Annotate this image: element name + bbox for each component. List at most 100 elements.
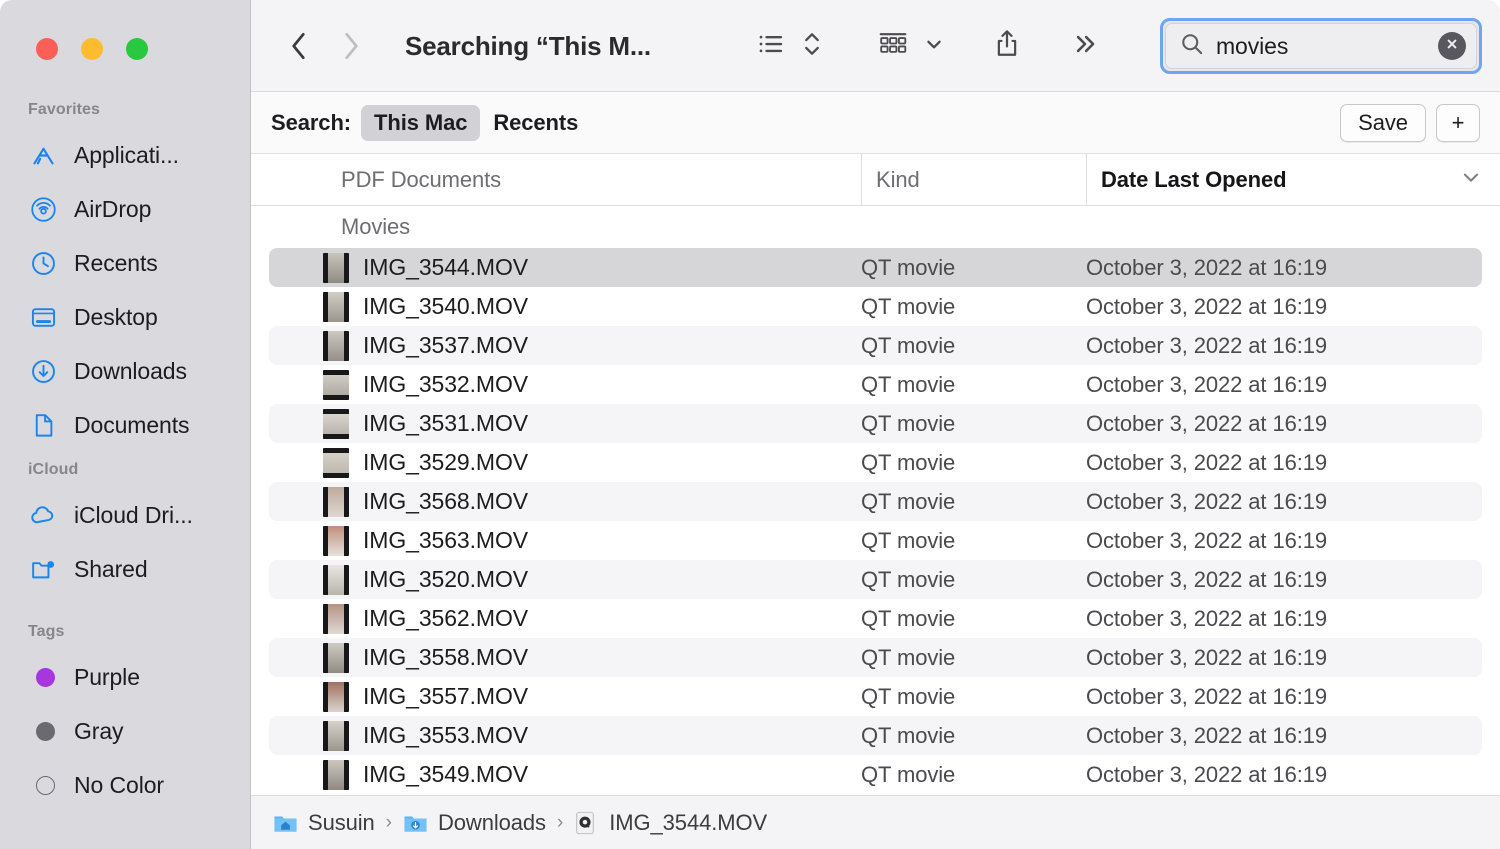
finder-window: Favorites Applicati... AirDrop Recents D… [0, 0, 1500, 849]
sidebar-item-label: Documents [74, 411, 190, 438]
desktop-icon [28, 302, 58, 332]
column-header-date[interactable]: Date Last Opened [1086, 154, 1500, 206]
file-name: IMG_3532.MOV [363, 371, 528, 397]
file-name-cell: IMG_3520.MOV [269, 564, 861, 595]
file-list[interactable]: Movies IMG_3544.MOV QT movie October 3, … [251, 206, 1500, 795]
table-row[interactable]: IMG_3529.MOV QT movie October 3, 2022 at… [269, 443, 1482, 482]
path-item-label: Susuin [308, 809, 375, 835]
window-controls [36, 38, 148, 60]
file-name: IMG_3549.MOV [363, 761, 528, 787]
table-row[interactable]: IMG_3531.MOV QT movie October 3, 2022 at… [269, 404, 1482, 443]
file-name: IMG_3558.MOV [363, 644, 528, 670]
chevron-down-icon [924, 34, 944, 59]
sidebar-section-tags: Tags [28, 623, 65, 640]
sidebar-item-applications[interactable]: Applicati... [0, 128, 250, 182]
table-row[interactable]: IMG_3563.MOV QT movie October 3, 2022 at… [269, 521, 1482, 560]
sidebar-item-desktop[interactable]: Desktop [0, 290, 250, 344]
sidebar-item-icloud-drive[interactable]: iCloud Dri... [0, 488, 250, 542]
table-row[interactable]: IMG_3537.MOV QT movie October 3, 2022 at… [269, 326, 1482, 365]
file-name-cell: IMG_3532.MOV [269, 369, 861, 400]
path-item-susuin[interactable]: Susuin [273, 810, 375, 836]
column-header-name[interactable]: PDF Documents [251, 154, 861, 206]
file-kind: QT movie [861, 332, 956, 358]
scope-this-mac[interactable]: This Mac [361, 105, 481, 141]
file-kind: QT movie [861, 254, 956, 280]
table-row[interactable]: IMG_3532.MOV QT movie October 3, 2022 at… [269, 365, 1482, 404]
tag-dot-icon [28, 662, 58, 692]
more-toolbar-items-button[interactable] [1061, 21, 1109, 71]
file-kind: QT movie [861, 371, 956, 397]
table-row[interactable]: IMG_3540.MOV QT movie October 3, 2022 at… [269, 287, 1482, 326]
sidebar-item-recents[interactable]: Recents [0, 236, 250, 290]
list-view-button[interactable] [747, 21, 795, 71]
sidebar: Favorites Applicati... AirDrop Recents D… [0, 0, 251, 849]
file-name: IMG_3540.MOV [363, 293, 528, 319]
movie-thumbnail-icon [323, 369, 349, 400]
path-item-downloads[interactable]: Downloads [403, 810, 546, 836]
back-button[interactable] [273, 20, 325, 72]
search-icon [1180, 32, 1204, 61]
file-date: October 3, 2022 at 16:19 [1086, 722, 1327, 748]
add-criteria-button[interactable]: + [1436, 104, 1480, 142]
movie-thumbnail-icon [323, 603, 349, 634]
file-date: October 3, 2022 at 16:19 [1086, 605, 1327, 631]
group-by-button[interactable] [869, 21, 917, 71]
path-item-file[interactable]: IMG_3544.MOV [574, 810, 767, 836]
maximize-button[interactable] [126, 38, 148, 60]
path-separator: › [556, 811, 564, 833]
airdrop-icon [28, 194, 58, 224]
clear-search-button[interactable] [1438, 32, 1466, 60]
sidebar-section-favorites: Favorites [28, 101, 101, 118]
table-row[interactable]: IMG_3558.MOV QT movie October 3, 2022 at… [269, 638, 1482, 677]
scope-recents[interactable]: Recents [480, 105, 591, 141]
movie-thumbnail-icon [323, 564, 349, 595]
table-row[interactable]: IMG_3520.MOV QT movie October 3, 2022 at… [269, 560, 1482, 599]
save-search-button[interactable]: Save [1340, 104, 1426, 142]
sidebar-item-label: Gray [74, 717, 124, 744]
sidebar-item-tag-gray[interactable]: Gray [0, 704, 250, 758]
table-row[interactable]: IMG_3544.MOV QT movie October 3, 2022 at… [269, 248, 1482, 287]
file-kind: QT movie [861, 566, 956, 592]
sidebar-item-airdrop[interactable]: AirDrop [0, 182, 250, 236]
sidebar-item-label: Downloads [74, 357, 187, 384]
file-name-cell: IMG_3537.MOV [269, 330, 861, 361]
file-date: October 3, 2022 at 16:19 [1086, 683, 1327, 709]
file-name-cell: IMG_3568.MOV [269, 486, 861, 517]
search-field-container[interactable]: movies [1160, 18, 1482, 74]
group-by-dropdown[interactable] [917, 21, 951, 71]
table-row[interactable]: IMG_3562.MOV QT movie October 3, 2022 at… [269, 599, 1482, 638]
file-name: IMG_3562.MOV [363, 605, 528, 631]
search-field[interactable]: movies [1165, 23, 1477, 69]
sidebar-item-shared[interactable]: Shared [0, 542, 250, 596]
double-chevron-right-icon [1070, 30, 1100, 63]
sidebar-item-tag-purple[interactable]: Purple [0, 650, 250, 704]
file-name-cell: IMG_3544.MOV [269, 252, 861, 283]
movie-thumbnail-icon [323, 525, 349, 556]
table-row[interactable]: IMG_3553.MOV QT movie October 3, 2022 at… [269, 716, 1482, 755]
file-kind: QT movie [861, 761, 956, 787]
chevron-left-icon [286, 29, 312, 63]
file-date: October 3, 2022 at 16:19 [1086, 761, 1327, 787]
sidebar-item-documents[interactable]: Documents [0, 398, 250, 452]
file-name: IMG_3568.MOV [363, 488, 528, 514]
forward-button[interactable] [325, 20, 377, 72]
file-date: October 3, 2022 at 16:19 [1086, 644, 1327, 670]
table-row[interactable]: IMG_3557.MOV QT movie October 3, 2022 at… [269, 677, 1482, 716]
column-header-kind[interactable]: Kind [861, 154, 1086, 206]
quicktime-icon [574, 811, 600, 835]
movie-thumbnail-icon [323, 252, 349, 283]
sidebar-item-downloads[interactable]: Downloads [0, 344, 250, 398]
table-row[interactable]: IMG_3549.MOV QT movie October 3, 2022 at… [269, 755, 1482, 794]
close-button[interactable] [36, 38, 58, 60]
search-input[interactable]: movies [1216, 33, 1426, 60]
sort-order-button[interactable] [795, 21, 829, 71]
table-row[interactable]: IMG_3568.MOV QT movie October 3, 2022 at… [269, 482, 1482, 521]
download-circle-icon [28, 356, 58, 386]
minimize-button[interactable] [81, 38, 103, 60]
sidebar-item-label: Desktop [74, 303, 158, 330]
cloud-icon [28, 500, 58, 530]
share-button[interactable] [983, 21, 1031, 71]
sidebar-item-tag-no-color[interactable]: No Color [0, 758, 250, 812]
path-bar: Susuin › Downloads › IMG_3544.MOV [251, 795, 1500, 849]
file-name-cell: IMG_3540.MOV [269, 291, 861, 322]
